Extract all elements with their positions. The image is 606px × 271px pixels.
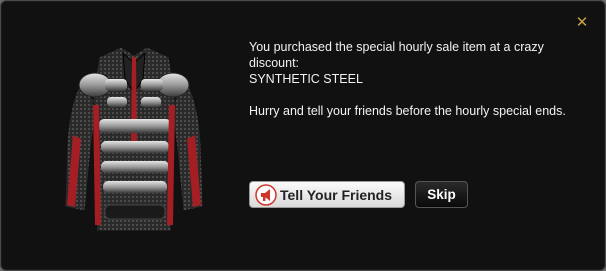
purchase-text: You purchased the special hourly sale it… bbox=[249, 40, 544, 70]
close-icon[interactable]: ✕ bbox=[575, 15, 589, 30]
hurry-text: Hurry and tell your friends before the h… bbox=[249, 104, 566, 118]
megaphone-icon bbox=[255, 183, 277, 206]
item-name: SYNTHETIC STEEL bbox=[249, 72, 363, 86]
jacket-item-image bbox=[64, 46, 204, 232]
purchase-message: You purchased the special hourly sale it… bbox=[249, 39, 589, 119]
tell-friends-button[interactable]: Tell Your Friends bbox=[249, 181, 405, 208]
purchase-dialog: ✕ You purchased the special hourly sale … bbox=[0, 0, 606, 271]
tell-friends-label: Tell Your Friends bbox=[280, 186, 393, 203]
skip-button[interactable]: Skip bbox=[415, 181, 468, 208]
